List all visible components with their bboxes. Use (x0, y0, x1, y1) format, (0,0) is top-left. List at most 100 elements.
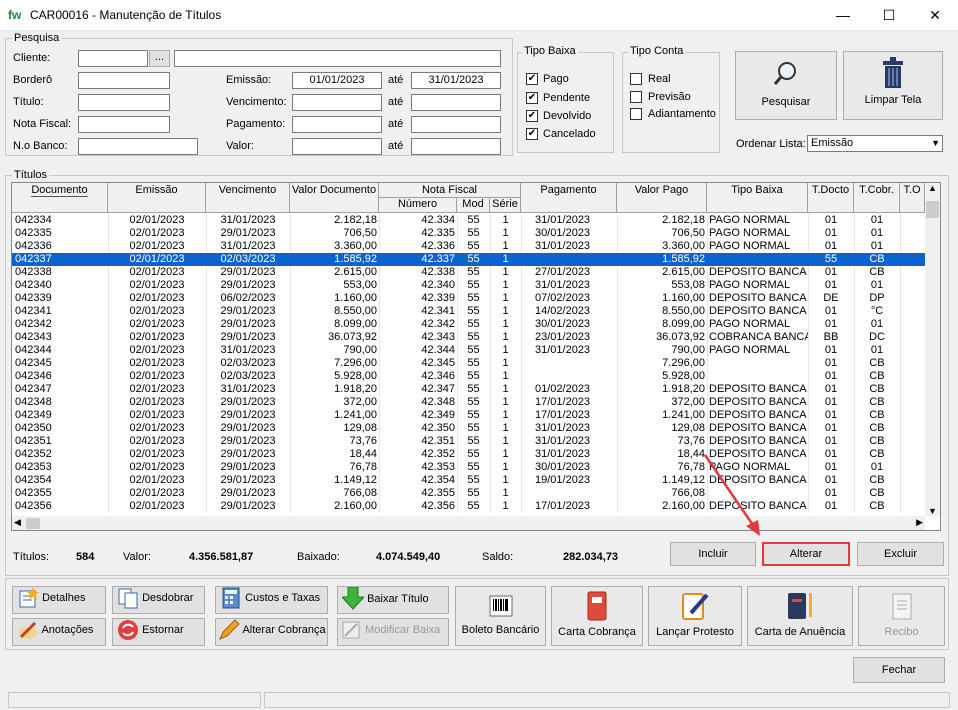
table-row[interactable]: 042348 02/01/2023 29/01/2023 372,00 42.348 55… (12, 396, 925, 409)
table-row[interactable]: 042346 02/01/2023 02/03/2023 5.928,00 42.346… (12, 370, 925, 383)
table-row[interactable]: 042335 02/01/2023 29/01/2023 706,50 42.335 55… (12, 227, 925, 240)
alterar-button[interactable]: Alterar (762, 542, 850, 566)
lancar-protesto-button[interactable]: Lançar Protesto (648, 586, 742, 646)
table-row[interactable]: 042349 02/01/2023 29/01/2023 1.241,00 42.349… (12, 409, 925, 422)
vencimento-end-input[interactable] (411, 94, 501, 111)
titulo-input[interactable] (78, 94, 170, 111)
carta-cobranca-button[interactable]: Carta Cobrança (551, 586, 643, 646)
anotacoes-button[interactable]: Anotações (12, 618, 106, 646)
custos-taxas-button[interactable]: Custos e Taxas (215, 586, 328, 614)
desdobrar-button[interactable]: Desdobrar (112, 586, 205, 614)
scroll-down-icon[interactable]: ▼ (925, 506, 940, 516)
horizontal-scrollbar[interactable]: ◀ ▶ (12, 516, 925, 530)
emissao-label: Emissão: (226, 74, 272, 86)
bordero-input[interactable] (78, 72, 170, 89)
table-row[interactable]: 042334 02/01/2023 31/01/2023 2.182,18 42.334… (12, 214, 925, 227)
cell-t-docto: 01 (824, 227, 838, 239)
minimize-button[interactable]: — (820, 0, 866, 31)
cell-pagamento: 30/01/2023 (535, 461, 591, 473)
table-row[interactable]: 042351 02/01/2023 29/01/2023 73,76 42.351 55 1… (12, 435, 925, 448)
scroll-right-icon[interactable]: ▶ (916, 517, 923, 528)
table-row[interactable]: 042344 02/01/2023 31/01/2023 790,00 42.344 55… (12, 344, 925, 357)
table-row[interactable]: 042338 02/01/2023 29/01/2023 2.615,00 42.338… (12, 266, 925, 279)
boleto-bancario-button[interactable]: Boleto Bancário (455, 586, 546, 646)
boleto-label: Boleto Bancário (461, 624, 540, 636)
carta-anuencia-button[interactable]: Carta de Anuência (747, 586, 853, 646)
scroll-thumb[interactable] (926, 201, 939, 218)
table-row[interactable]: 042356 02/01/2023 29/01/2023 2.160,00 42.356… (12, 500, 925, 513)
col-numero[interactable]: Número (379, 198, 457, 213)
fechar-button[interactable]: Fechar (853, 657, 945, 683)
nota-fiscal-input[interactable] (78, 116, 170, 133)
valor-start-input[interactable] (292, 138, 382, 155)
table-row[interactable]: 042343 02/01/2023 29/01/2023 36.073,92 42.34… (12, 331, 925, 344)
col-valor-documento[interactable]: Valor Documento (290, 183, 379, 213)
col-t-docto[interactable]: T.Docto (808, 183, 854, 213)
emissao-start-input[interactable]: 01/01/2023 (292, 72, 382, 89)
close-button[interactable]: ✕ (912, 0, 958, 31)
col-tipo-baixa[interactable]: Tipo Baixa (707, 183, 808, 213)
excluir-button[interactable]: Excluir (857, 542, 944, 566)
column-separator (900, 344, 901, 357)
table-row[interactable]: 042354 02/01/2023 29/01/2023 1.149,12 42.354… (12, 474, 925, 487)
col-valor-pago[interactable]: Valor Pago (617, 183, 707, 213)
pago-checkbox[interactable]: ✔ (526, 73, 538, 85)
table-row[interactable]: 042345 02/01/2023 02/03/2023 7.296,00 42.345… (12, 357, 925, 370)
maximize-button[interactable]: ☐ (866, 0, 912, 31)
col-mod[interactable]: Mod (457, 198, 490, 213)
table-row[interactable]: 042339 02/01/2023 06/02/2023 1.160,00 42.339… (12, 292, 925, 305)
recibo-button[interactable]: Recibo (858, 586, 945, 646)
devolvido-checkbox[interactable]: ✔ (526, 110, 538, 122)
cliente-code-input[interactable] (78, 50, 148, 67)
table-row[interactable]: 042340 02/01/2023 29/01/2023 553,00 42.340 55… (12, 279, 925, 292)
alterar-cobranca-button[interactable]: Alterar Cobrança (215, 618, 328, 646)
table-row[interactable]: 042342 02/01/2023 29/01/2023 8.099,00 42.342… (12, 318, 925, 331)
h-scroll-thumb[interactable] (26, 518, 40, 529)
pendente-checkbox[interactable]: ✔ (526, 92, 538, 104)
scroll-up-icon[interactable]: ▲ (925, 183, 940, 193)
table-row[interactable]: 042352 02/01/2023 29/01/2023 18,44 42.352 55 1… (12, 448, 925, 461)
table-row[interactable]: 042336 02/01/2023 31/01/2023 3.360,00 42.336… (12, 240, 925, 253)
incluir-button[interactable]: Incluir (670, 542, 756, 566)
table-row[interactable]: 042347 02/01/2023 31/01/2023 1.918,20 42.347… (12, 383, 925, 396)
col-vencimento[interactable]: Vencimento (206, 183, 290, 213)
limpar-tela-button[interactable]: Limpar Tela (843, 51, 943, 120)
col-pagamento[interactable]: Pagamento (521, 183, 617, 213)
modificar-baixa-button[interactable]: Modificar Baixa (337, 618, 449, 646)
baixar-titulo-button[interactable]: Baixar Título (337, 586, 449, 614)
vertical-scrollbar[interactable]: ▲ ▼ (925, 183, 940, 516)
table-row[interactable]: 042355 02/01/2023 29/01/2023 766,08 42.355 55… (12, 487, 925, 500)
previsao-checkbox[interactable] (630, 91, 642, 103)
banco-input[interactable] (78, 138, 198, 155)
real-checkbox[interactable] (630, 73, 642, 85)
col-nota-fiscal[interactable]: Nota Fiscal (379, 183, 521, 198)
detalhes-button[interactable]: Detalhes (12, 586, 106, 614)
cliente-lookup-button[interactable]: ... (149, 50, 170, 67)
scroll-left-icon[interactable]: ◀ (14, 517, 21, 528)
cancelado-checkbox[interactable]: ✔ (526, 128, 538, 140)
table-row[interactable]: 042350 02/01/2023 29/01/2023 129,08 42.350 55… (12, 422, 925, 435)
table-row[interactable]: 042337 02/01/2023 02/03/2023 1.585,92 42.337… (12, 253, 925, 266)
emissao-end-input[interactable]: 31/01/2023 (411, 72, 501, 89)
cliente-name-input[interactable] (174, 50, 501, 67)
valor-end-input[interactable] (411, 138, 501, 155)
cell-tipo-baixa: PAGO NORMAL (709, 240, 791, 252)
cell-pagamento: 17/01/2023 (535, 409, 591, 421)
col-documento[interactable]: Documento (12, 183, 108, 213)
col-serie[interactable]: Série (490, 198, 521, 213)
split-document-icon (118, 588, 138, 609)
ordenar-select[interactable]: Emissão ▼ (807, 135, 943, 152)
titulos-grid[interactable]: Documento Emissão Vencimento Valor Docum… (11, 182, 941, 531)
table-row[interactable]: 042353 02/01/2023 29/01/2023 76,78 42.353 55 1… (12, 461, 925, 474)
table-row[interactable]: 042341 02/01/2023 29/01/2023 8.550,00 42.341… (12, 305, 925, 318)
vencimento-start-input[interactable] (292, 94, 382, 111)
adiantamento-checkbox[interactable] (630, 108, 642, 120)
pesquisar-label: Pesquisar (761, 96, 811, 108)
pesquisar-button[interactable]: Pesquisar (735, 51, 837, 120)
estornar-button[interactable]: Estornar (112, 618, 205, 646)
col-emissao[interactable]: Emissão (108, 183, 206, 213)
col-t-o[interactable]: T.O (900, 183, 925, 213)
pagamento-start-input[interactable] (292, 116, 382, 133)
col-t-cobr[interactable]: T.Cobr. (854, 183, 900, 213)
pagamento-end-input[interactable] (411, 116, 501, 133)
